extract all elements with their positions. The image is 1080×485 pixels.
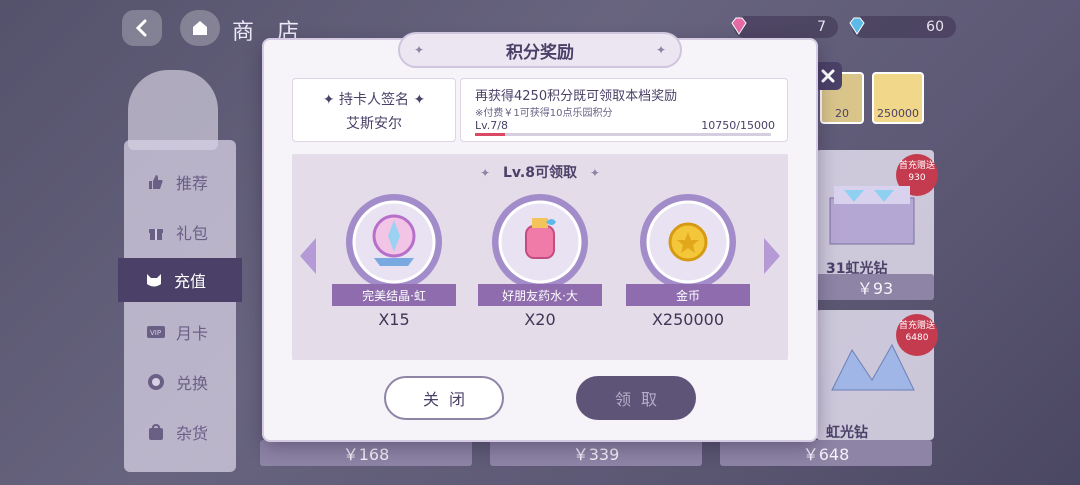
sparkle-icon: ✦ bbox=[414, 43, 425, 57]
sidebar: 推荐 礼包 充值 VIP 月卡 兑换 杂货 bbox=[118, 140, 242, 472]
points-note: ※付费￥1可获得10点乐园积分 bbox=[475, 108, 613, 119]
reward-name: 完美结晶·虹 bbox=[332, 284, 456, 306]
sidebar-item-label: 兑换 bbox=[176, 374, 209, 393]
store-card[interactable]: 首充赠送 6480 虹光钻 bbox=[816, 310, 938, 441]
store-card[interactable]: 首充赠送 930 31虹光钻 ￥93 bbox=[816, 150, 938, 300]
vip-card-icon: VIP bbox=[146, 322, 166, 342]
sidebar-item-label: 充值 bbox=[174, 272, 207, 291]
sidebar-item-gift[interactable]: 礼包 bbox=[124, 210, 236, 254]
points-progress-fill bbox=[475, 133, 505, 136]
sidebar-item-recharge[interactable]: 充值 bbox=[118, 258, 242, 302]
potion-icon bbox=[492, 194, 588, 290]
sidebar-item-label: 礼包 bbox=[176, 224, 209, 243]
reward-quantity: X15 bbox=[378, 310, 410, 329]
dialog-title: 积分奖励 bbox=[506, 42, 574, 63]
pink-gem-value: 7 bbox=[817, 19, 826, 35]
sparkle-icon: ✦ bbox=[480, 166, 491, 180]
home-icon bbox=[193, 21, 207, 35]
reward-panel: ✦ Lv.8可领取 ✦ 完美结晶·虹 X15 好朋友药水·大 X20 金币 X2… bbox=[292, 154, 788, 360]
pink-gem-counter[interactable]: 7 bbox=[731, 16, 838, 38]
nav-tag-decoration bbox=[128, 70, 218, 150]
home-button[interactable] bbox=[180, 10, 220, 46]
reward-name: 金币 bbox=[626, 284, 750, 306]
back-button[interactable] bbox=[122, 10, 162, 46]
cardholder-signature-box: ✦ 持卡人签名 ✦ 艾斯安尔 bbox=[292, 78, 456, 142]
points-reward-dialog: ✦ 积分奖励 ✦ ✦ 持卡人签名 ✦ 艾斯安尔 再获得4250积分既可领取本档奖… bbox=[264, 32, 816, 440]
prev-arrow-icon[interactable] bbox=[298, 236, 318, 276]
store-price-bar[interactable]: ￥339 bbox=[490, 440, 702, 466]
points-progress-bar bbox=[475, 133, 771, 136]
store-strip-item[interactable]: 250000 bbox=[872, 72, 924, 124]
points-progress-text: 10750/15000 bbox=[701, 119, 775, 132]
claim-button[interactable]: 领取 bbox=[576, 376, 696, 420]
signature-name: 艾斯安尔 bbox=[346, 116, 402, 132]
exchange-icon bbox=[146, 372, 166, 392]
reward-item[interactable]: 金币 X250000 bbox=[626, 192, 750, 338]
points-info-box: 再获得4250积分既可领取本档奖励 ※付费￥1可获得10点乐园积分 Lv.7/8… bbox=[460, 78, 788, 142]
reward-level-title: ✦ Lv.8可领取 ✦ bbox=[292, 162, 788, 182]
points-message: 再获得4250积分既可领取本档奖励 bbox=[475, 89, 678, 104]
level-text: Lv.7/8 bbox=[475, 119, 508, 132]
sidebar-item-label: 杂货 bbox=[176, 424, 209, 443]
reward-quantity: X20 bbox=[524, 310, 556, 329]
gold-coin-icon bbox=[640, 194, 736, 290]
sidebar-item-recommend[interactable]: 推荐 bbox=[124, 160, 236, 204]
blue-gem-counter[interactable]: 60 bbox=[849, 16, 956, 38]
close-icon bbox=[821, 69, 835, 83]
store-card-price: ￥93 bbox=[816, 274, 934, 300]
cat-icon bbox=[144, 270, 164, 290]
reward-level-label: Lv.8可领取 bbox=[503, 165, 577, 181]
thumbs-up-icon bbox=[146, 172, 166, 192]
diamond-pile-icon bbox=[831, 343, 915, 391]
blue-gem-value: 60 bbox=[926, 19, 944, 35]
blue-gem-icon bbox=[849, 17, 865, 35]
bag-icon bbox=[146, 422, 166, 442]
signature-label: ✦ 持卡人签名 ✦ bbox=[322, 92, 426, 108]
pink-gem-icon bbox=[731, 17, 747, 35]
reward-item[interactable]: 好朋友药水·大 X20 bbox=[478, 192, 602, 338]
next-arrow-icon[interactable] bbox=[762, 236, 782, 276]
reward-name: 好朋友药水·大 bbox=[478, 284, 602, 306]
reward-item[interactable]: 完美结晶·虹 X15 bbox=[332, 192, 456, 338]
sidebar-item-label: 月卡 bbox=[176, 324, 209, 343]
store-price-bar[interactable]: ￥648 bbox=[720, 440, 932, 466]
sparkle-icon: ✦ bbox=[655, 43, 666, 57]
dialog-title-bar: ✦ 积分奖励 ✦ bbox=[398, 32, 682, 68]
crystal-orb-icon bbox=[346, 194, 442, 290]
svg-text:VIP: VIP bbox=[150, 329, 161, 337]
store-card-name: 虹光钻 bbox=[826, 425, 868, 441]
store-strip-label: 250000 bbox=[877, 107, 919, 120]
diamond-chest-icon bbox=[829, 186, 915, 245]
sidebar-item-label: 推荐 bbox=[176, 174, 209, 193]
store-strip-label: 20 bbox=[835, 107, 849, 120]
close-button[interactable]: 关闭 bbox=[384, 376, 504, 420]
gift-icon bbox=[146, 222, 166, 242]
back-arrow-icon bbox=[135, 19, 147, 37]
sidebar-item-exchange[interactable]: 兑换 bbox=[124, 360, 236, 404]
close-x-button[interactable] bbox=[814, 62, 842, 90]
sparkle-icon: ✦ bbox=[589, 166, 600, 180]
store-price-bar[interactable]: ￥168 bbox=[260, 440, 472, 466]
sidebar-item-misc[interactable]: 杂货 bbox=[124, 410, 236, 454]
reward-quantity: X250000 bbox=[651, 310, 725, 329]
sidebar-item-monthly-card[interactable]: VIP 月卡 bbox=[124, 310, 236, 354]
